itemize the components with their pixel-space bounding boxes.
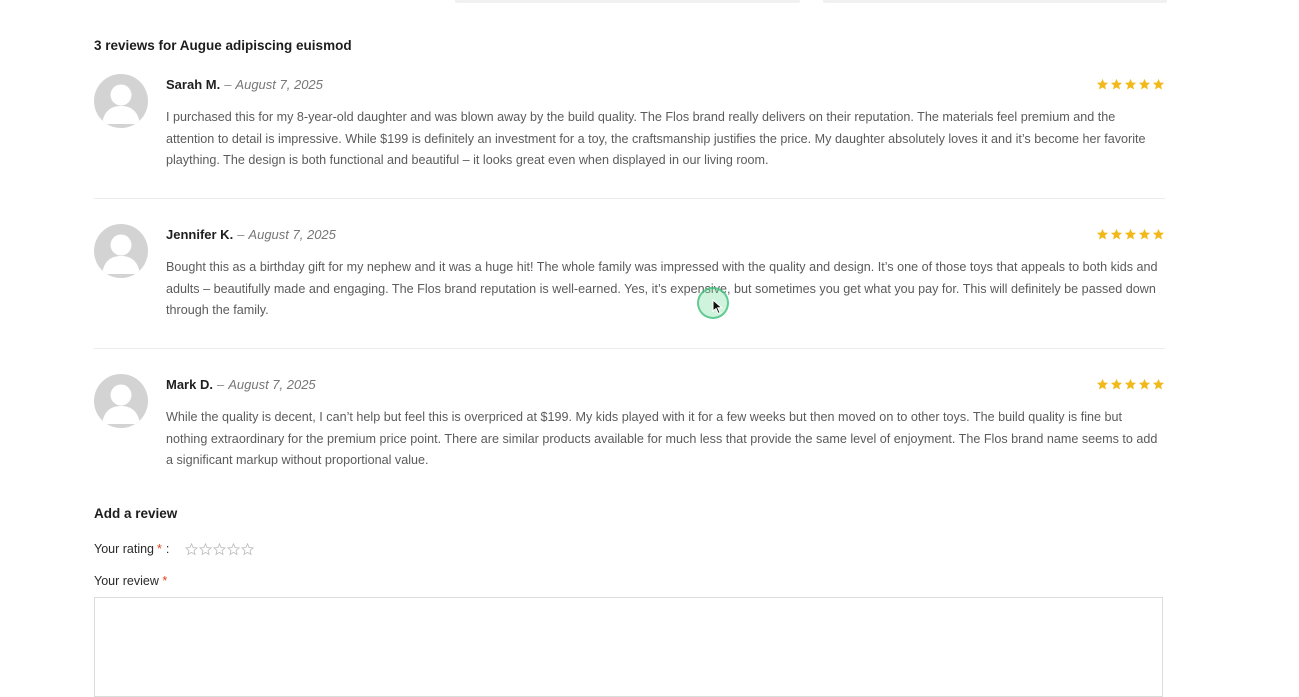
star-outline-icon[interactable] [227,542,241,556]
default-avatar-icon [102,84,140,124]
review-text: I purchased this for my 8-year-old daugh… [166,110,1146,167]
star-icon [1096,378,1109,390]
star-rating [1096,378,1165,391]
review-item: Mark D. – August 7, 2025 While the quality … [94,374,1165,484]
star-icon [1096,228,1109,240]
required-mark: * [162,574,168,588]
default-avatar-icon [102,384,140,424]
review-label: Your review [94,574,159,588]
star-outline-icon[interactable] [241,542,255,556]
meta-separator: – [237,227,245,242]
avatar [94,224,148,278]
avatar [94,374,148,428]
rating-colon: : [165,542,170,556]
star-icon [1152,378,1165,390]
review-meta: Mark D. – August 7, 2025 [166,377,316,392]
review-author: Jennifer K. [166,227,234,242]
star-outline-icon[interactable] [185,542,199,556]
star-icon [1124,228,1137,240]
review-textarea[interactable] [94,597,1163,697]
review-date: August 7, 2025 [235,77,323,92]
star-icon [1096,78,1109,90]
top-divider [455,0,1167,3]
meta-separator: – [224,77,232,92]
star-icon [1110,78,1123,90]
mouse-cursor-icon [712,299,724,315]
review-text: While the quality is decent, I can’t hel… [166,410,1158,467]
review-author: Sarah M. [166,77,221,92]
review-item: Sarah M. – August 7, 2025 I purchased this … [94,74,1165,199]
rating-stars-input[interactable] [185,542,255,556]
star-icon [1124,378,1137,390]
star-icon [1138,228,1151,240]
star-icon [1138,378,1151,390]
reviews-title: 3 reviews for Augue adipiscing euismod [94,38,352,53]
star-icon [1110,228,1123,240]
star-rating [1096,228,1165,241]
avatar [94,74,148,128]
required-mark: * [157,542,162,556]
rating-label: Your rating [94,542,154,556]
review-date: August 7, 2025 [248,227,336,242]
meta-separator: – [216,377,225,392]
star-icon [1152,228,1165,240]
review-author: Mark D. [166,377,213,392]
rating-row: Your rating * : [94,542,255,556]
review-meta: Sarah M. – August 7, 2025 [166,77,323,92]
add-review-title: Add a review [94,506,178,521]
star-rating [1096,78,1165,91]
review-meta: Jennifer K. – August 7, 2025 [166,227,336,242]
star-icon [1152,78,1165,90]
star-icon [1110,378,1123,390]
default-avatar-icon [102,234,140,274]
review-date: August 7, 2025 [228,377,316,392]
review-text: Bought this as a birthday gift for my ne… [166,260,1158,317]
star-icon [1138,78,1151,90]
review-label-row: Your review * [94,574,167,588]
review-item: Jennifer K. – August 7, 2025 Bought this as… [94,224,1165,349]
star-outline-icon[interactable] [199,542,213,556]
star-outline-icon[interactable] [213,542,227,556]
star-icon [1124,78,1137,90]
